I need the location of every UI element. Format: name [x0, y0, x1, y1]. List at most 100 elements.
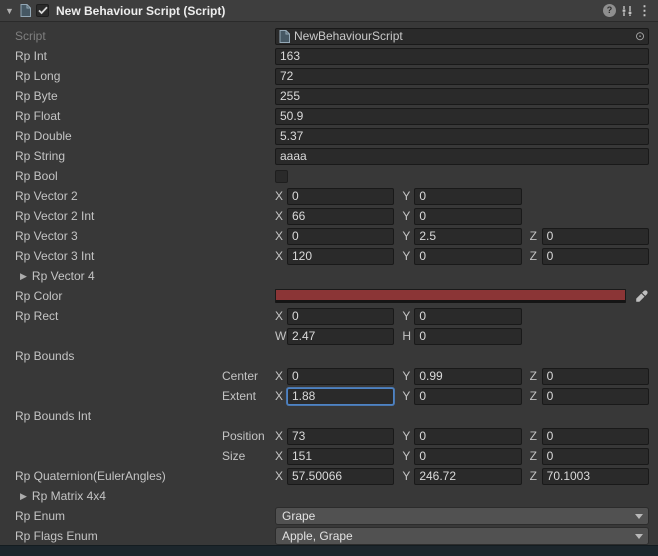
rp-rect-y-input[interactable] — [414, 307, 522, 325]
rp-byte-input[interactable] — [275, 87, 649, 105]
dropdown-arrow-icon — [635, 533, 643, 539]
rp-double-input[interactable] — [275, 127, 649, 145]
property-label-text: Position — [222, 429, 265, 443]
presets-icon[interactable] — [621, 5, 633, 17]
field-area-rp-quaternion-eulerangles: X Y Z — [275, 467, 649, 485]
component-title: New Behaviour Script (Script) — [56, 3, 226, 18]
rp-float-input[interactable] — [275, 107, 649, 125]
field-area-rp-vector-2: XY — [275, 187, 649, 205]
property-label-rp-long: Rp Long — [0, 69, 275, 83]
axis-label-y: Y — [402, 309, 411, 323]
property-label-rp-matrix-4x4[interactable]: ▶ Rp Matrix 4x4 — [0, 489, 275, 503]
center-z-input[interactable] — [541, 367, 649, 385]
rp-vector-3-int-y-input[interactable] — [414, 247, 522, 265]
extent-x-cell: X — [275, 387, 395, 405]
row-rp-rect-wh: WH — [0, 326, 658, 346]
rp-vector-3-x-input[interactable] — [287, 227, 395, 245]
row-rp-double: Rp Double — [0, 126, 658, 146]
rp-rect-wh-w-cell: W — [275, 327, 395, 345]
rp-rect-x-input[interactable] — [287, 307, 395, 325]
axis-label-w: W — [275, 329, 287, 343]
script-icon — [20, 4, 31, 17]
rp-vector-2-int-x-input[interactable] — [287, 207, 395, 225]
rp-vector-3-int-x-input[interactable] — [287, 247, 395, 265]
property-label-text: Rp Double — [15, 129, 72, 143]
axis-label-h: H — [402, 329, 411, 343]
property-label-rp-vector-4[interactable]: ▶ Rp Vector 4 — [0, 269, 275, 283]
property-label-position: Position — [0, 429, 275, 443]
property-label-text: Rp Vector 3 — [15, 229, 78, 243]
rp-vector-3-int-x-cell: X — [275, 247, 395, 265]
row-rp-vector-4: ▶ Rp Vector 4 — [0, 266, 658, 286]
rp-color-swatch[interactable] — [275, 289, 626, 303]
row-rp-quaternion-eulerangles: Rp Quaternion(EulerAngles) X Y Z — [0, 466, 658, 486]
rp-int-input[interactable] — [275, 47, 649, 65]
row-rp-vector-3-int: Rp Vector 3 Int X Y Z — [0, 246, 658, 266]
row-rp-long: Rp Long — [0, 66, 658, 86]
rp-flags-enum-dropdown[interactable]: Apple, Grape — [275, 527, 649, 545]
position-y-input[interactable] — [414, 427, 522, 445]
rp-quaternion-eulerangles-z-input[interactable] — [541, 467, 649, 485]
row-rp-bounds: Rp Bounds — [0, 346, 658, 366]
field-area-rp-float — [275, 107, 649, 125]
size-y-input[interactable] — [414, 447, 522, 465]
rp-quaternion-eulerangles-x-input[interactable] — [287, 467, 395, 485]
property-label-text: Rp Vector 2 — [15, 189, 78, 203]
foldout-icon[interactable]: ▶ — [20, 491, 27, 502]
row-rp-bounds-int: Rp Bounds Int — [0, 406, 658, 426]
rp-vector-2-int-x-cell: X — [275, 207, 395, 225]
property-label-extent: Extent — [0, 389, 275, 403]
position-x-cell: X — [275, 427, 395, 445]
rp-vector-2-int-y-input[interactable] — [414, 207, 522, 225]
foldout-icon[interactable]: ▶ — [20, 271, 27, 282]
property-label-text: Rp Bounds Int — [15, 409, 92, 423]
rp-vector-3-int-z-input[interactable] — [541, 247, 649, 265]
rp-vector-2-x-input[interactable] — [287, 187, 395, 205]
rp-quaternion-eulerangles-y-cell: Y — [402, 467, 522, 485]
axis-label-y: Y — [402, 209, 411, 223]
component-foldout-icon[interactable]: ▼ — [5, 6, 15, 16]
rp-quaternion-eulerangles-y-input[interactable] — [414, 467, 522, 485]
position-z-input[interactable] — [541, 427, 649, 445]
row-rp-float: Rp Float — [0, 106, 658, 126]
axis-label-z: Z — [529, 229, 537, 243]
center-y-input[interactable] — [414, 367, 522, 385]
property-label-rp-byte: Rp Byte — [0, 89, 275, 103]
rp-rect-wh-w-input[interactable] — [287, 327, 395, 345]
object-picker-icon[interactable]: ⊙ — [635, 30, 645, 42]
axis-label-x: X — [275, 429, 284, 443]
rp-rect-wh-h-cell: H — [402, 327, 522, 345]
center-x-input[interactable] — [287, 367, 395, 385]
position-x-input[interactable] — [287, 427, 395, 445]
script-value: NewBehaviourScript — [294, 29, 403, 43]
extent-x-input[interactable] — [287, 387, 395, 405]
rp-vector-3-y-input[interactable] — [414, 227, 522, 245]
component-enabled-checkbox[interactable] — [36, 4, 49, 17]
row-rp-byte: Rp Byte — [0, 86, 658, 106]
rp-enum-dropdown[interactable]: Grape — [275, 507, 649, 525]
rp-vector-2-y-cell: Y — [402, 187, 522, 205]
row-rp-flags-enum: Rp Flags Enum Apple, Grape — [0, 526, 658, 546]
context-menu-icon[interactable]: ⋮ — [638, 3, 651, 19]
property-label-rp-vector-3-int: Rp Vector 3 Int — [0, 249, 275, 263]
extent-z-input[interactable] — [541, 387, 649, 405]
rp-rect-wh-h-input[interactable] — [414, 327, 522, 345]
eyedropper-icon[interactable] — [634, 289, 649, 303]
rp-vector-3-z-input[interactable] — [541, 227, 649, 245]
script-object-field[interactable]: NewBehaviourScript ⊙ — [275, 27, 649, 45]
rp-string-input[interactable] — [275, 147, 649, 165]
rp-bool-checkbox[interactable] — [275, 169, 288, 183]
extent-z-cell: Z — [530, 387, 649, 405]
field-area-rp-string — [275, 147, 649, 165]
rp-long-input[interactable] — [275, 67, 649, 85]
rp-vector-2-y-input[interactable] — [414, 187, 522, 205]
extent-y-input[interactable] — [414, 387, 522, 405]
size-z-input[interactable] — [541, 447, 649, 465]
property-label-text: Extent — [222, 389, 257, 403]
property-label-text: Rp Matrix 4x4 — [31, 489, 106, 503]
help-icon[interactable]: ? — [603, 4, 616, 17]
size-x-input[interactable] — [287, 447, 395, 465]
property-label-text: Rp Flags Enum — [15, 529, 98, 543]
property-label-text: Rp Vector 2 Int — [15, 209, 95, 223]
field-area-position: X Y Z — [275, 427, 649, 445]
